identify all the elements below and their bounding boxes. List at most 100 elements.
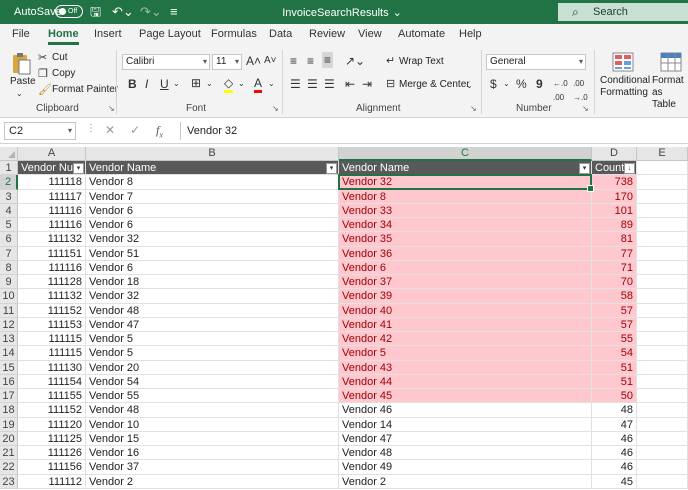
merge-center-button[interactable]: Merge & Center bbox=[399, 79, 470, 90]
row-header[interactable]: 2 bbox=[0, 175, 18, 190]
grid-cell[interactable]: Vendor 51 bbox=[86, 246, 339, 261]
row-header[interactable]: 6 bbox=[0, 232, 18, 247]
grid-cell[interactable]: Vendor 18 bbox=[86, 275, 339, 290]
grid-cell[interactable]: Vendor 49 bbox=[339, 460, 592, 475]
grid-cell[interactable]: 111155 bbox=[18, 389, 86, 404]
grid-cell[interactable]: Vendor 15 bbox=[86, 431, 339, 446]
grid-cell[interactable]: Vendor 8 bbox=[339, 189, 592, 204]
grid-cell[interactable]: Vendor 7 bbox=[86, 189, 339, 204]
tab-automate[interactable]: Automate bbox=[398, 28, 445, 40]
increase-font-icon[interactable]: A˄ bbox=[246, 54, 261, 68]
row-header[interactable]: 23 bbox=[0, 474, 18, 489]
grid-cell[interactable]: 111132 bbox=[18, 289, 86, 304]
filter-dropdown-icon[interactable]: ▾ bbox=[579, 162, 590, 174]
percent-button[interactable]: % bbox=[516, 77, 527, 91]
row-header[interactable]: 12 bbox=[0, 317, 18, 332]
grid-cell[interactable]: 111153 bbox=[18, 317, 86, 332]
search-box[interactable]: ⌕ Search bbox=[558, 3, 688, 21]
worksheet-grid[interactable]: A B C D E 1 Vendor Num ▾ Vendor Name ▾ Vendor Name… bbox=[0, 147, 688, 490]
grid-cell[interactable] bbox=[637, 460, 688, 475]
currency-chevron-icon[interactable]: ⌄ bbox=[503, 77, 510, 91]
row-header[interactable]: 14 bbox=[0, 346, 18, 361]
grid-cell[interactable]: 51 bbox=[592, 360, 637, 375]
row-header[interactable]: 16 bbox=[0, 374, 18, 389]
align-left-icon[interactable]: ☰ bbox=[290, 77, 301, 91]
grid-cell[interactable]: 70 bbox=[592, 275, 637, 290]
grid-cell[interactable]: Vendor 48 bbox=[86, 303, 339, 318]
grid-cell[interactable]: 111125 bbox=[18, 431, 86, 446]
row-header[interactable]: 5 bbox=[0, 218, 18, 233]
align-bottom-icon[interactable]: ≡ bbox=[322, 52, 334, 68]
grid-cell[interactable]: 51 bbox=[592, 374, 637, 389]
row-header[interactable]: 4 bbox=[0, 203, 18, 218]
select-all-button[interactable] bbox=[0, 147, 18, 161]
grid-cell[interactable]: 111156 bbox=[18, 460, 86, 475]
grid-cell[interactable] bbox=[637, 175, 688, 190]
currency-button[interactable]: $ bbox=[490, 77, 497, 91]
grid-cell[interactable]: 111151 bbox=[18, 246, 86, 261]
grid-cell[interactable] bbox=[637, 389, 688, 404]
paste-button[interactable]: Paste bbox=[10, 76, 36, 87]
row-header[interactable]: 10 bbox=[0, 289, 18, 304]
grid-cell[interactable]: 77 bbox=[592, 246, 637, 261]
row-header[interactable]: 15 bbox=[0, 360, 18, 375]
filter-dropdown-icon[interactable]: ▾ bbox=[326, 162, 337, 174]
grid-cell[interactable]: 50 bbox=[592, 389, 637, 404]
grid-cell[interactable]: Vendor 2 bbox=[339, 474, 592, 489]
tab-review[interactable]: Review bbox=[309, 28, 345, 40]
grid-cell[interactable]: 48 bbox=[592, 403, 637, 418]
grid-cell[interactable]: 57 bbox=[592, 303, 637, 318]
grid-cell[interactable] bbox=[637, 332, 688, 347]
row-header[interactable]: 7 bbox=[0, 246, 18, 261]
name-box[interactable]: C2 ▾ bbox=[4, 122, 76, 140]
column-header-a[interactable]: A bbox=[18, 147, 86, 161]
increase-indent-icon[interactable]: ⇥ bbox=[362, 77, 372, 91]
font-size-select[interactable]: 11 ▾ bbox=[212, 54, 242, 70]
grid-cell[interactable]: Vendor 16 bbox=[86, 446, 339, 461]
grid-cell[interactable]: 111154 bbox=[18, 374, 86, 389]
fill-color-icon[interactable]: ◇ bbox=[224, 76, 234, 93]
grid-cell[interactable]: 54 bbox=[592, 346, 637, 361]
grid-cell[interactable]: 55 bbox=[592, 332, 637, 347]
grid-cell[interactable]: Vendor 5 bbox=[86, 346, 339, 361]
grid-cell[interactable]: Vendor 42 bbox=[339, 332, 592, 347]
grid-cell[interactable]: Vendor 39 bbox=[339, 289, 592, 304]
column-header-e[interactable]: E bbox=[637, 147, 688, 161]
grid-cell[interactable]: Vendor 14 bbox=[339, 417, 592, 432]
decrease-font-icon[interactable]: A˅ bbox=[264, 54, 277, 68]
decrease-indent-icon[interactable]: ⇤ bbox=[345, 77, 355, 91]
grid-cell[interactable] bbox=[637, 289, 688, 304]
fill-color-chevron-icon[interactable]: ⌄ bbox=[238, 77, 245, 91]
clipboard-launcher-icon[interactable]: ↘ bbox=[108, 104, 115, 113]
row-header[interactable]: 22 bbox=[0, 460, 18, 475]
grid-cell[interactable]: 111116 bbox=[18, 218, 86, 233]
grid-cell[interactable]: 71 bbox=[592, 260, 637, 275]
format-painter-button[interactable]: Format Painter bbox=[52, 84, 118, 95]
grid-cell[interactable]: 111116 bbox=[18, 203, 86, 218]
borders-chevron-icon[interactable]: ⌄ bbox=[206, 77, 213, 91]
tab-view[interactable]: View bbox=[358, 28, 382, 40]
grid-cell[interactable]: Vendor 32 bbox=[86, 232, 339, 247]
tab-file[interactable]: File bbox=[12, 28, 30, 40]
grid-cell[interactable]: 111112 bbox=[18, 474, 86, 489]
row-header[interactable]: 17 bbox=[0, 389, 18, 404]
column-header-b[interactable]: B bbox=[86, 147, 339, 161]
grid-cell[interactable]: Vendor 47 bbox=[339, 431, 592, 446]
column-header-c[interactable]: C bbox=[339, 147, 592, 161]
grid-cell[interactable]: Vendor 41 bbox=[339, 317, 592, 332]
grid-cell[interactable]: 111152 bbox=[18, 403, 86, 418]
grid-cell[interactable] bbox=[637, 374, 688, 389]
row-header[interactable]: 8 bbox=[0, 260, 18, 275]
borders-icon[interactable]: ⊞ bbox=[191, 76, 201, 90]
tab-page-layout[interactable]: Page Layout bbox=[139, 28, 201, 40]
tab-insert[interactable]: Insert bbox=[94, 28, 122, 40]
sort-descending-icon[interactable]: ↓ bbox=[624, 162, 635, 174]
grid-cell[interactable]: Vendor 6 bbox=[86, 260, 339, 275]
grid-cell[interactable]: 47 bbox=[592, 417, 637, 432]
grid-cell[interactable]: 111132 bbox=[18, 232, 86, 247]
number-launcher-icon[interactable]: ↘ bbox=[582, 104, 589, 113]
grid-cell[interactable]: Vendor 43 bbox=[339, 360, 592, 375]
grid-cell[interactable] bbox=[637, 317, 688, 332]
grid-cell[interactable]: 111117 bbox=[18, 189, 86, 204]
row-header[interactable]: 18 bbox=[0, 403, 18, 418]
